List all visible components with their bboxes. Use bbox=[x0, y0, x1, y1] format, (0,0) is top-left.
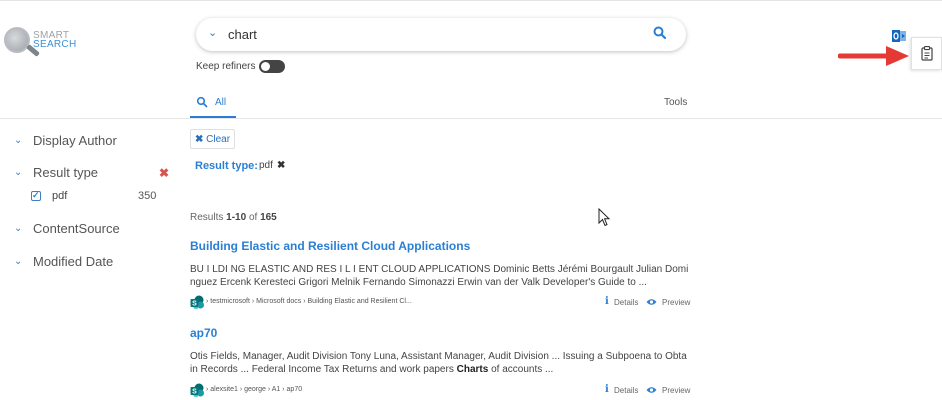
clear-button[interactable]: ✖ Clear bbox=[190, 129, 235, 149]
eye-icon[interactable] bbox=[646, 298, 657, 306]
chevron-down-icon[interactable]: ⌄ bbox=[208, 26, 217, 39]
result-snippet-line: nguez Ercenk Keresteci Grigori Melnik Fe… bbox=[190, 277, 647, 288]
refiner-modified-date[interactable]: Modified Date bbox=[33, 254, 113, 269]
snippet-text: of accounts ... bbox=[488, 364, 554, 375]
search-box[interactable] bbox=[196, 18, 686, 51]
tab-tools[interactable]: Tools bbox=[664, 97, 687, 108]
outlook-icon[interactable] bbox=[892, 29, 906, 43]
info-icon[interactable]: i bbox=[605, 384, 609, 395]
clear-button-label: Clear bbox=[206, 134, 231, 145]
result-snippet-line: Otis Fields, Manager, Audit Division Ton… bbox=[190, 351, 687, 362]
details-link[interactable]: Details bbox=[614, 386, 638, 395]
eye-icon[interactable] bbox=[646, 386, 657, 394]
clipboard-button[interactable] bbox=[911, 37, 942, 70]
cursor-icon bbox=[598, 208, 611, 227]
results-total: 165 bbox=[260, 212, 277, 223]
result-snippet: BU I LDI NG ELASTIC AND RES I L I ENT CL… bbox=[190, 263, 690, 289]
arrow-icon bbox=[838, 46, 909, 66]
result-snippet: Otis Fields, Manager, Audit Division Ton… bbox=[190, 350, 690, 376]
sharepoint-icon: S bbox=[190, 295, 204, 309]
search-icon[interactable] bbox=[652, 25, 668, 41]
refiner-result-type[interactable]: Result type bbox=[33, 165, 98, 180]
tab-all-search-icon bbox=[196, 96, 208, 108]
snippet-highlight: Charts bbox=[456, 364, 489, 375]
sharepoint-icon: S bbox=[190, 383, 204, 397]
logo-text-line2: SEARCH bbox=[33, 39, 77, 50]
info-icon[interactable]: i bbox=[605, 296, 609, 307]
active-filter-value: pdf bbox=[259, 160, 273, 171]
search-input[interactable]: chart bbox=[228, 27, 257, 42]
remove-filter-icon[interactable]: ✖ bbox=[277, 160, 285, 171]
result-title-link[interactable]: Building Elastic and Resilient Cloud App… bbox=[190, 239, 470, 253]
tabs-divider bbox=[0, 118, 942, 119]
svg-text:S: S bbox=[192, 389, 197, 396]
refiner-display-author[interactable]: Display Author bbox=[33, 133, 117, 148]
snippet-text: in Records ... Federal Income Tax Return… bbox=[190, 364, 457, 375]
clipboard-icon bbox=[921, 46, 933, 61]
logo-magnifier-icon bbox=[4, 27, 30, 53]
result-snippet-line: BU I LDI NG ELASTIC AND RES I L I ENT CL… bbox=[190, 264, 689, 275]
svg-text:S: S bbox=[192, 301, 197, 308]
keep-refiners-label: Keep refiners bbox=[196, 61, 256, 72]
chevron-down-icon[interactable]: ⌄ bbox=[14, 223, 22, 234]
preview-link[interactable]: Preview bbox=[662, 298, 690, 307]
results-of: of bbox=[248, 212, 258, 223]
toggle-knob bbox=[261, 62, 270, 71]
close-icon[interactable]: ✖ bbox=[159, 166, 169, 180]
check-icon: ✓ bbox=[32, 190, 40, 200]
results-count: Results 1-10 of 165 bbox=[190, 212, 277, 223]
details-link[interactable]: Details bbox=[614, 298, 638, 307]
result-title-link[interactable]: ap70 bbox=[190, 326, 217, 340]
close-icon: ✖ bbox=[195, 134, 204, 145]
result-path[interactable]: › alexsite1 › george › A1 › ap70 bbox=[206, 386, 302, 393]
result-snippet-line: in Records ... Federal Income Tax Return… bbox=[190, 363, 690, 376]
chevron-down-icon[interactable]: ⌄ bbox=[14, 167, 22, 178]
tab-all[interactable]: All bbox=[215, 97, 226, 108]
top-divider bbox=[0, 0, 942, 1]
results-prefix: Results bbox=[190, 212, 224, 223]
preview-link[interactable]: Preview bbox=[662, 386, 690, 395]
chevron-down-icon[interactable]: ⌄ bbox=[14, 256, 22, 267]
refiner-content-source[interactable]: ContentSource bbox=[33, 221, 120, 236]
refiner-option-count: 350 bbox=[138, 190, 157, 202]
chevron-down-icon[interactable]: ⌄ bbox=[14, 135, 22, 146]
result-path[interactable]: › testmicrosoft › Microsoft docs › Build… bbox=[206, 298, 412, 305]
results-range: 1-10 bbox=[226, 212, 247, 223]
active-filter-title: Result type: bbox=[195, 160, 258, 172]
refiner-option-label[interactable]: pdf bbox=[52, 190, 67, 202]
